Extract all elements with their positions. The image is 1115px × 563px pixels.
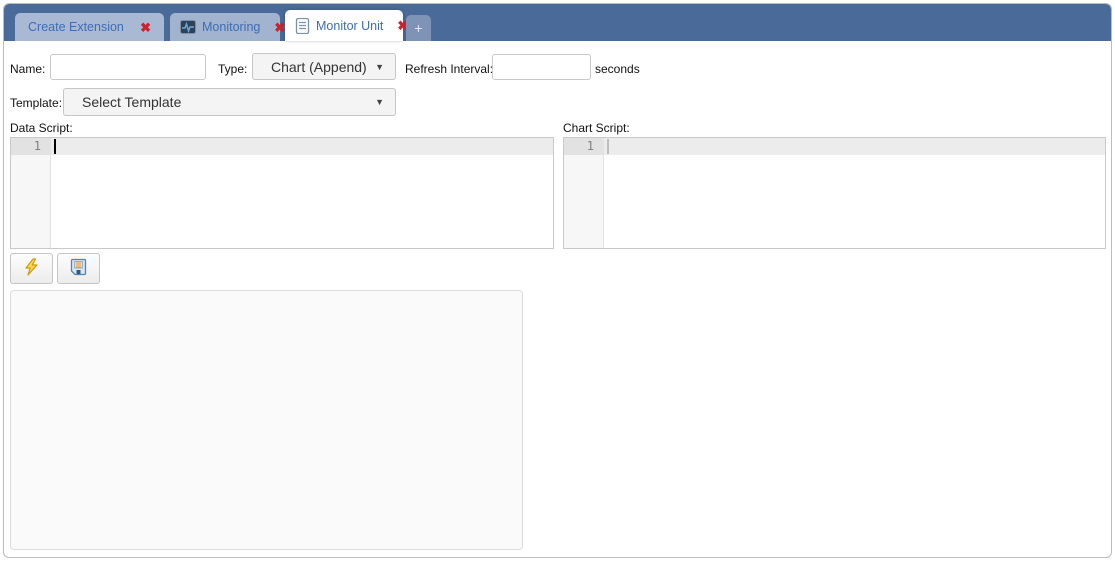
plus-icon: +	[414, 20, 423, 36]
run-button[interactable]	[10, 253, 53, 284]
type-select[interactable]: Chart (Append) ▼	[252, 53, 396, 80]
type-label: Type:	[218, 62, 248, 76]
template-label: Template:	[10, 96, 63, 110]
preview-panel	[10, 290, 523, 550]
text-caret	[54, 139, 56, 154]
floppy-disk-icon	[70, 258, 87, 279]
chevron-down-icon: ▼	[375, 61, 384, 72]
close-icon[interactable]: ✖	[134, 21, 151, 34]
code-area[interactable]	[604, 138, 1105, 248]
monitoring-icon	[180, 20, 196, 34]
line-number: 1	[11, 138, 50, 155]
code-area[interactable]	[51, 138, 553, 248]
refresh-interval-label: Refresh Interval:	[405, 62, 494, 76]
line-number-gutter: 1	[11, 138, 51, 248]
active-line	[51, 138, 553, 155]
name-input[interactable]	[50, 54, 206, 80]
lightning-icon	[23, 258, 40, 279]
template-select-value: Select Template	[82, 94, 182, 110]
name-label: Name:	[10, 62, 46, 76]
document-icon	[295, 17, 310, 34]
tab-monitoring[interactable]: Monitoring ✖	[170, 13, 285, 41]
tab-create-extension[interactable]: Create Extension ✖	[15, 13, 164, 41]
data-script-editor[interactable]: 1	[10, 137, 554, 249]
data-script-label: Data Script:	[10, 121, 73, 135]
line-number: 1	[564, 138, 603, 155]
chevron-down-icon: ▼	[375, 97, 384, 107]
monitor-unit-window: Create Extension ✖ Monitoring ✖ Monitor …	[3, 3, 1112, 558]
active-line	[604, 138, 1105, 155]
tab-monitor-unit[interactable]: Monitor Unit ✖	[285, 10, 408, 41]
line-number-gutter: 1	[564, 138, 604, 248]
tab-label: Monitor Unit	[316, 18, 384, 33]
tab-add-new[interactable]: +	[406, 15, 431, 41]
type-select-value: Chart (Append)	[271, 58, 367, 75]
tab-label: Create Extension	[28, 20, 124, 34]
text-caret	[607, 139, 609, 154]
template-select[interactable]: Select Template ▼	[63, 88, 396, 116]
chart-script-editor[interactable]: 1	[563, 137, 1106, 249]
tab-label: Monitoring	[202, 20, 261, 34]
tab-bar: Create Extension ✖ Monitoring ✖ Monitor …	[4, 4, 1111, 41]
close-icon[interactable]: ✖	[268, 21, 285, 34]
seconds-unit-label: seconds	[595, 62, 640, 76]
refresh-interval-input[interactable]	[492, 54, 591, 80]
save-button[interactable]	[57, 253, 100, 284]
chart-script-label: Chart Script:	[563, 121, 630, 135]
